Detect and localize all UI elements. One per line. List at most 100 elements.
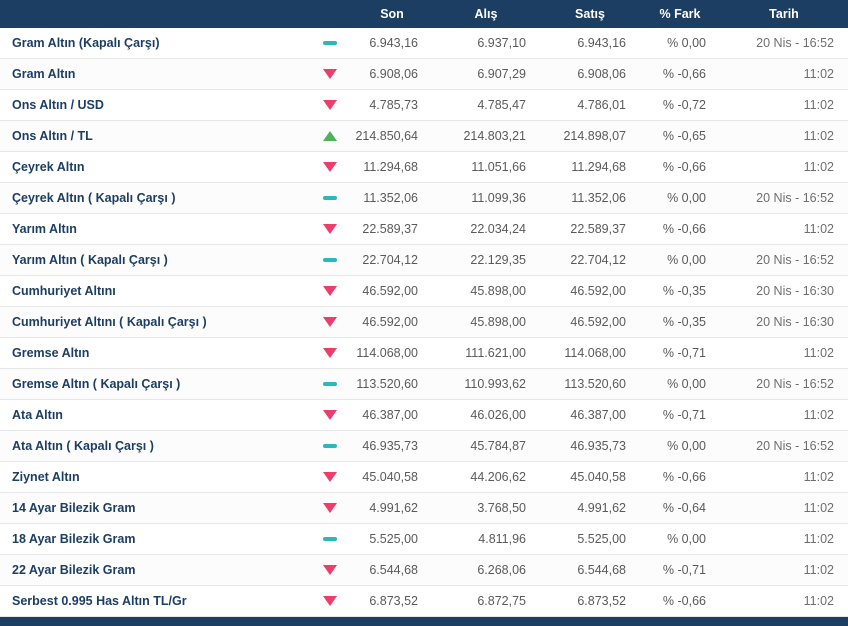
table-row[interactable]: Gram Altın 6.908,06 6.907,29 6.908,06 % … (0, 59, 848, 90)
trend-flat-icon (323, 444, 337, 448)
trend-down-icon (323, 69, 337, 79)
percent-change: % -0,66 (640, 594, 720, 608)
table-row[interactable]: Ons Altın / USD 4.785,73 4.785,47 4.786,… (0, 90, 848, 121)
buy-price: 46.026,00 (432, 408, 540, 422)
buy-price: 22.034,24 (432, 222, 540, 236)
table-row[interactable]: Yarım Altın 22.589,37 22.034,24 22.589,3… (0, 214, 848, 245)
update-time: 20 Nis - 16:52 (720, 191, 848, 205)
update-time: 11:02 (720, 563, 848, 577)
trend-down-icon (323, 286, 337, 296)
trend-cell (308, 69, 352, 79)
trend-down-icon (323, 100, 337, 110)
sell-price: 46.387,00 (540, 408, 640, 422)
buy-price: 6.268,06 (432, 563, 540, 577)
update-time: 11:02 (720, 129, 848, 143)
table-row[interactable]: Cumhuriyet Altını 46.592,00 45.898,00 46… (0, 276, 848, 307)
table-row[interactable]: Yarım Altın ( Kapalı Çarşı ) 22.704,12 2… (0, 245, 848, 276)
table-footer-bar (0, 617, 848, 626)
table-row[interactable]: Ons Altın / TL 214.850,64 214.803,21 214… (0, 121, 848, 152)
trend-cell (308, 317, 352, 327)
percent-change: % 0,00 (640, 377, 720, 391)
percent-change: % -0,71 (640, 408, 720, 422)
last-price: 22.589,37 (352, 222, 432, 236)
percent-change: % 0,00 (640, 532, 720, 546)
table-row[interactable]: Cumhuriyet Altını ( Kapalı Çarşı ) 46.59… (0, 307, 848, 338)
trend-flat-icon (323, 196, 337, 200)
sell-price: 6.943,16 (540, 36, 640, 50)
buy-price: 22.129,35 (432, 253, 540, 267)
instrument-name: Ons Altın / USD (0, 98, 308, 112)
table-body: Gram Altın (Kapalı Çarşı) 6.943,16 6.937… (0, 28, 848, 617)
buy-price: 6.907,29 (432, 67, 540, 81)
table-row[interactable]: 18 Ayar Bilezik Gram 5.525,00 4.811,96 5… (0, 524, 848, 555)
percent-change: % -0,71 (640, 563, 720, 577)
instrument-name: Yarım Altın ( Kapalı Çarşı ) (0, 253, 308, 267)
percent-change: % -0,35 (640, 284, 720, 298)
table-row[interactable]: Gram Altın (Kapalı Çarşı) 6.943,16 6.937… (0, 28, 848, 59)
table-row[interactable]: Serbest 0.995 Has Altın TL/Gr 6.873,52 6… (0, 586, 848, 617)
update-time: 11:02 (720, 160, 848, 174)
last-price: 5.525,00 (352, 532, 432, 546)
percent-change: % 0,00 (640, 439, 720, 453)
instrument-name: Cumhuriyet Altını ( Kapalı Çarşı ) (0, 315, 308, 329)
sell-price: 4.991,62 (540, 501, 640, 515)
table-row[interactable]: 14 Ayar Bilezik Gram 4.991,62 3.768,50 4… (0, 493, 848, 524)
buy-price: 4.811,96 (432, 532, 540, 546)
trend-cell (308, 348, 352, 358)
instrument-name: Cumhuriyet Altını (0, 284, 308, 298)
table-row[interactable]: Ata Altın ( Kapalı Çarşı ) 46.935,73 45.… (0, 431, 848, 462)
update-time: 20 Nis - 16:52 (720, 377, 848, 391)
percent-change: % 0,00 (640, 191, 720, 205)
instrument-name: 22 Ayar Bilezik Gram (0, 563, 308, 577)
header-alis: Alış (432, 7, 540, 21)
update-time: 11:02 (720, 532, 848, 546)
trend-cell (308, 41, 352, 45)
trend-down-icon (323, 162, 337, 172)
trend-cell (308, 410, 352, 420)
update-time: 11:02 (720, 222, 848, 236)
update-time: 11:02 (720, 470, 848, 484)
table-row[interactable]: Ziynet Altın 45.040,58 44.206,62 45.040,… (0, 462, 848, 493)
trend-cell (308, 503, 352, 513)
last-price: 6.873,52 (352, 594, 432, 608)
last-price: 46.592,00 (352, 284, 432, 298)
sell-price: 113.520,60 (540, 377, 640, 391)
last-price: 11.294,68 (352, 160, 432, 174)
last-price: 46.387,00 (352, 408, 432, 422)
table-row[interactable]: Gremse Altın ( Kapalı Çarşı ) 113.520,60… (0, 369, 848, 400)
trend-cell (308, 472, 352, 482)
sell-price: 6.908,06 (540, 67, 640, 81)
last-price: 6.943,16 (352, 36, 432, 50)
table-row[interactable]: Gremse Altın 114.068,00 111.621,00 114.0… (0, 338, 848, 369)
table-row[interactable]: Çeyrek Altın 11.294,68 11.051,66 11.294,… (0, 152, 848, 183)
trend-down-icon (323, 565, 337, 575)
instrument-name: Ata Altın ( Kapalı Çarşı ) (0, 439, 308, 453)
trend-down-icon (323, 472, 337, 482)
header-fark: % Fark (640, 7, 720, 21)
update-time: 20 Nis - 16:52 (720, 36, 848, 50)
update-time: 11:02 (720, 594, 848, 608)
last-price: 114.068,00 (352, 346, 432, 360)
percent-change: % -0,65 (640, 129, 720, 143)
sell-price: 114.068,00 (540, 346, 640, 360)
gold-prices-table: Son Alış Satış % Fark Tarih Gram Altın (… (0, 0, 848, 626)
sell-price: 6.544,68 (540, 563, 640, 577)
table-row[interactable]: Ata Altın 46.387,00 46.026,00 46.387,00 … (0, 400, 848, 431)
instrument-name: Çeyrek Altın ( Kapalı Çarşı ) (0, 191, 308, 205)
buy-price: 111.621,00 (432, 346, 540, 360)
percent-change: % 0,00 (640, 36, 720, 50)
table-row[interactable]: 22 Ayar Bilezik Gram 6.544,68 6.268,06 6… (0, 555, 848, 586)
percent-change: % -0,66 (640, 222, 720, 236)
percent-change: % -0,72 (640, 98, 720, 112)
table-row[interactable]: Çeyrek Altın ( Kapalı Çarşı ) 11.352,06 … (0, 183, 848, 214)
update-time: 20 Nis - 16:52 (720, 253, 848, 267)
last-price: 4.785,73 (352, 98, 432, 112)
last-price: 4.991,62 (352, 501, 432, 515)
last-price: 6.544,68 (352, 563, 432, 577)
update-time: 11:02 (720, 501, 848, 515)
percent-change: % -0,66 (640, 67, 720, 81)
trend-down-icon (323, 503, 337, 513)
header-tarih: Tarih (720, 7, 848, 21)
sell-price: 22.589,37 (540, 222, 640, 236)
trend-cell (308, 258, 352, 262)
